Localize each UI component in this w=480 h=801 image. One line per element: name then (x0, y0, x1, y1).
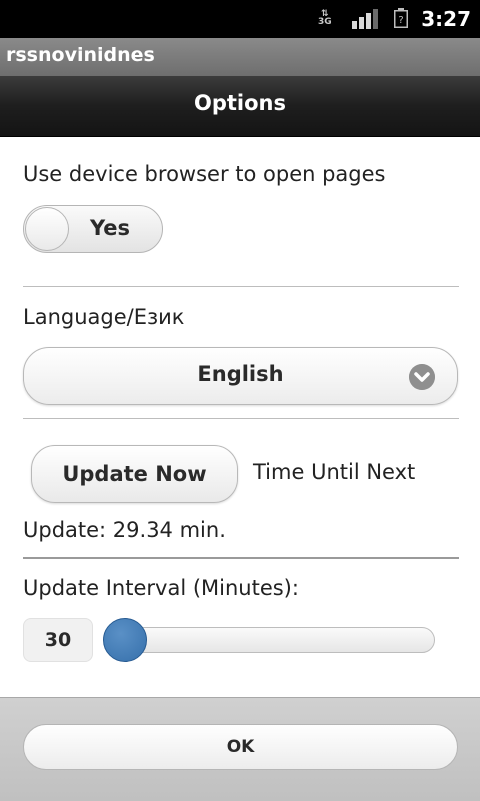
battery-unknown-icon: ? (394, 8, 408, 28)
toggle-knob[interactable] (25, 207, 69, 251)
language-select[interactable]: English (23, 347, 458, 405)
network-3g-icon: ⇅ 3G (318, 9, 332, 27)
interval-value: 30 (44, 629, 72, 651)
status-bar: ⇅ 3G ? 3:27 (0, 0, 480, 38)
toggle-label: Yes (90, 216, 131, 240)
interval-slider-track[interactable] (105, 627, 435, 653)
divider (23, 286, 459, 287)
interval-value-box: 30 (23, 618, 93, 662)
language-selected-value: English (197, 362, 284, 386)
chevron-down-icon (409, 364, 435, 390)
app-title: rssnovinidnes (6, 44, 155, 66)
ok-button[interactable]: OK (23, 724, 458, 770)
interval-slider-thumb[interactable] (103, 618, 147, 662)
network-type-text: 3G (318, 17, 332, 27)
time-until-label: Time Until Next (253, 460, 416, 484)
divider (23, 557, 459, 559)
page-title: Options (194, 91, 286, 115)
browser-toggle[interactable]: Yes (23, 205, 163, 253)
signal-icon (352, 9, 378, 29)
language-label: Language/Език (23, 305, 185, 329)
update-now-button[interactable]: Update Now (31, 445, 238, 503)
time-until-value: Update: 29.34 min. (23, 518, 226, 542)
interval-label: Update Interval (Minutes): (23, 576, 299, 600)
svg-text:?: ? (398, 15, 403, 26)
update-now-label: Update Now (62, 462, 207, 486)
page-header: Options (0, 76, 480, 137)
ok-label: OK (226, 737, 255, 757)
divider (23, 418, 459, 419)
app-title-bar: rssnovinidnes (0, 38, 480, 76)
browser-setting-label: Use device browser to open pages (23, 162, 386, 186)
clock: 3:27 (421, 7, 471, 31)
